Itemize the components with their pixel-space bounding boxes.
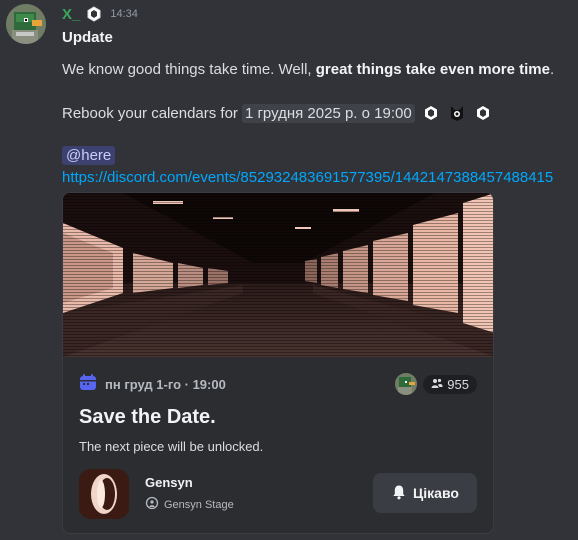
event-datetime: пн груд 1-го · 19:00 [79, 373, 226, 396]
timestamp-chip[interactable]: 1 грудня 2025 р. о 19:00 [241, 103, 415, 123]
message-line-2-prefix: Rebook your calendars for [62, 104, 238, 122]
guild-icon[interactable] [79, 469, 129, 519]
bell-icon [391, 484, 407, 503]
message-title: Update [62, 29, 113, 46]
hexagon-badge-icon[interactable] [86, 6, 102, 22]
event-description: The next piece will be unlocked. [79, 439, 264, 454]
interested-button-label: Цікаво [413, 485, 459, 501]
event-card[interactable]: пн груд 1-го · 19:00 955 Save the Date. … [62, 192, 494, 534]
event-link[interactable]: https://discord.com/events/8529324836915… [62, 169, 553, 186]
event-datetime-text: пн груд 1-го · 19:00 [105, 377, 226, 392]
author-avatar[interactable] [6, 4, 46, 44]
event-title: Save the Date. [79, 406, 216, 428]
message-line-1-plain: We know good things take time. Well, [62, 61, 316, 78]
interested-button[interactable]: Цікаво [373, 473, 477, 513]
guild-name[interactable]: Gensyn [145, 475, 193, 490]
stage-name: Gensyn Stage [164, 498, 234, 511]
duck-avatar-icon [6, 4, 46, 44]
event-banner-image [63, 193, 493, 357]
interested-count-text: 955 [447, 376, 469, 392]
stage-icon [145, 496, 159, 513]
message-line-1-bold: great things take even more time [315, 61, 550, 78]
message-line-1-end: . [549, 61, 555, 78]
hexagon-emoji-icon-2[interactable] [473, 103, 493, 123]
cat-emoji-icon[interactable] [447, 103, 467, 123]
attendee-avatar[interactable] [395, 373, 418, 395]
here-mention[interactable]: @here [62, 146, 116, 165]
hexagon-emoji-icon[interactable] [421, 103, 441, 123]
calendar-icon [79, 373, 97, 396]
event-location: Gensyn Stage [145, 496, 234, 513]
interested-count[interactable]: 955 [423, 374, 477, 394]
message-header: X_ 14:34 [62, 4, 138, 24]
event-attendees: 955 [395, 373, 477, 395]
author-username[interactable]: X_ [62, 6, 80, 23]
message-line-2: Rebook your calendars for 1 грудня 2025 … [62, 103, 493, 123]
people-icon [431, 377, 443, 392]
message: X_ 14:34 Update We know good things take… [0, 0, 578, 540]
message-line-1: We know good things take time. Well, gre… [62, 61, 554, 78]
message-timestamp[interactable]: 14:34 [110, 8, 138, 20]
